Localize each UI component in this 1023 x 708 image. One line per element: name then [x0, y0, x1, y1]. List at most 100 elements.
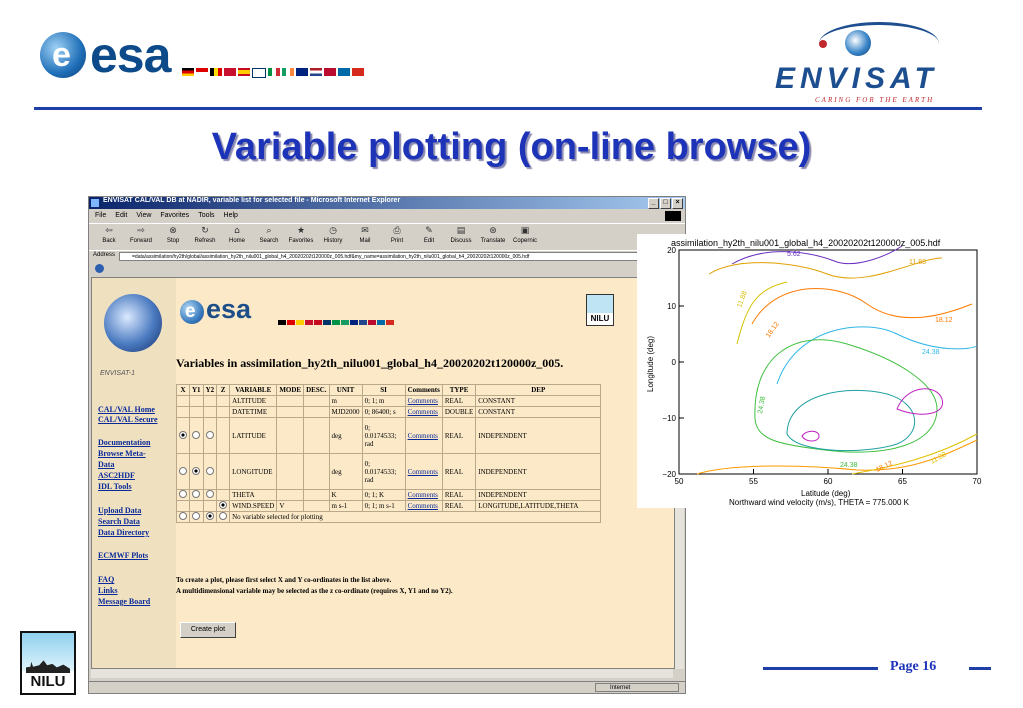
contour-line-small: [801, 430, 820, 442]
create-plot-button[interactable]: Create plot: [180, 622, 236, 638]
search-button[interactable]: ⌕ Search: [253, 224, 285, 250]
cell-dep: INDEPENDENT: [475, 489, 602, 501]
contour-labels: 5.62 11.88 11.88 18.12 18.12 24.38 24.38…: [736, 251, 952, 474]
cell-mode: V: [276, 500, 305, 512]
col-type: TYPE: [441, 384, 477, 396]
radio-x-none[interactable]: [179, 512, 187, 520]
radio-z-wind-speed[interactable]: [219, 501, 228, 509]
menu-edit[interactable]: Edit: [115, 210, 127, 222]
col-unit: UNIT: [328, 384, 363, 396]
radio-y1-latitude[interactable]: [192, 430, 200, 439]
menu-favorites[interactable]: Favorites: [160, 210, 189, 222]
radio-y2-none[interactable]: [205, 512, 214, 520]
menu-help[interactable]: Help: [224, 210, 238, 222]
title-bar: ENVISAT CAL/VAL DB at NADIR, variable li…: [89, 197, 685, 209]
browser-window: ENVISAT CAL/VAL DB at NADIR, variable li…: [88, 196, 686, 694]
y-axis-label: Longitude (deg): [646, 336, 655, 392]
comments-link[interactable]: Comments: [408, 397, 438, 405]
cell-si: 0; 0.0174533; rad: [361, 453, 406, 490]
comments-link[interactable]: Comments: [408, 432, 438, 440]
y-tick-label: 10: [667, 302, 676, 311]
maximize-button[interactable]: □: [660, 198, 671, 209]
edit-button[interactable]: ✎ Edit: [413, 224, 445, 250]
col-y2: Y2: [202, 384, 218, 396]
horizontal-scrollbar[interactable]: [91, 669, 673, 678]
sidebar-link-message-board[interactable]: Message Board: [98, 597, 150, 606]
sidebar-link-asc2hdf[interactable]: ASC2HDF: [98, 471, 135, 480]
contour-label: 11.88: [736, 290, 748, 308]
cell-mode: [276, 406, 305, 418]
col-y1: Y1: [189, 384, 204, 396]
translate-button[interactable]: ⊛ Translate: [477, 224, 509, 250]
cell-si: 0; 0.0174533; rad: [361, 417, 406, 454]
sidebar-link-links[interactable]: Links: [98, 586, 118, 595]
x-tick-label: 70: [973, 477, 982, 486]
cell-type: REAL: [441, 395, 477, 407]
mail-button[interactable]: ✉ Mail: [349, 224, 381, 250]
contour-line-24-38: [776, 326, 978, 385]
forward-arrow-icon: ⇨: [137, 226, 145, 236]
favorites-button[interactable]: ★ Favorites: [285, 224, 317, 250]
radio-y2-theta[interactable]: [205, 490, 214, 498]
cell-dep: CONSTANT: [475, 406, 602, 418]
radio-y2-longitude[interactable]: [205, 466, 214, 475]
radio-x-theta[interactable]: [179, 490, 187, 498]
comments-link[interactable]: Comments: [408, 408, 438, 416]
nilu-logo: NILU: [20, 631, 76, 695]
sidebar-link-calval-secure[interactable]: CAL/VAL Secure: [98, 415, 158, 424]
radio-x-latitude[interactable]: [179, 430, 187, 439]
sidebar-link-browse-meta[interactable]: Browse Meta-: [98, 449, 146, 458]
sidebar-link-search-data[interactable]: Search Data: [98, 517, 140, 526]
contour-label: 11.88: [909, 259, 926, 266]
discuss-button[interactable]: ▤ Discuss: [445, 224, 477, 250]
stop-button[interactable]: ⊗ Stop: [157, 224, 189, 250]
comments-link[interactable]: Comments: [408, 491, 438, 499]
col-mode: MODE: [276, 384, 305, 396]
sidebar-link-upload-data[interactable]: Upload Data: [98, 506, 141, 515]
contour-plot-svg: assimilation_hy2th_nilu001_global_h4_200…: [646, 238, 982, 507]
minimize-button[interactable]: _: [648, 198, 659, 209]
search-icon: ⌕: [266, 226, 272, 236]
print-button[interactable]: ⎙ Print: [381, 224, 413, 250]
table-row: DATETIME MJD2000 0; 86400; s Comments DO…: [176, 406, 602, 418]
sidebar-link-documentation[interactable]: Documentation: [98, 438, 150, 447]
address-label: Address: [93, 252, 116, 258]
col-comments: Comments: [404, 384, 443, 396]
comments-link[interactable]: Comments: [408, 502, 438, 510]
menu-tools[interactable]: Tools: [198, 210, 214, 222]
cell-type: DOUBLE: [441, 406, 477, 418]
sidebar-link-data-directory[interactable]: Data Directory: [98, 528, 149, 537]
cell-variable: LONGITUDE: [229, 453, 278, 490]
page-number: Page 16: [890, 659, 937, 674]
globe-icon: [95, 264, 104, 273]
slide-title: Variable plotting (on-line browse): [211, 126, 812, 168]
menu-file[interactable]: File: [95, 210, 106, 222]
sidebar-link-data[interactable]: Data: [98, 460, 114, 469]
radio-y1-theta[interactable]: [192, 490, 200, 498]
forward-button[interactable]: ⇨ Forward: [125, 224, 157, 250]
sidebar-link-ecmwf-plots[interactable]: ECMWF Plots: [98, 551, 148, 560]
header-rule: [34, 107, 982, 110]
menu-view[interactable]: View: [136, 210, 151, 222]
refresh-button[interactable]: ↻ Refresh: [189, 224, 221, 250]
copernic-button[interactable]: ▣ Copernic: [509, 224, 541, 250]
cell-unit: deg: [328, 417, 363, 454]
y-tick-label: 0: [672, 358, 677, 367]
radio-y2-latitude[interactable]: [205, 430, 214, 439]
address-input[interactable]: =data/assimilation/hy2th/global/assimila…: [119, 252, 671, 261]
comments-link[interactable]: Comments: [408, 468, 438, 476]
variables-table: X Y1 Y2 Z VARIABLE MODE DESC. UNIT SI Co…: [176, 384, 602, 523]
nilu-page-logo-text: NILU: [590, 314, 610, 323]
sidebar-link-calval-home[interactable]: CAL/VAL Home: [98, 405, 155, 414]
radio-z-none[interactable]: [219, 512, 228, 520]
sidebar-link-faq[interactable]: FAQ: [98, 575, 114, 584]
history-button[interactable]: ◷ History: [317, 224, 349, 250]
close-button[interactable]: ×: [672, 198, 683, 209]
radio-x-longitude[interactable]: [179, 466, 187, 475]
radio-y1-none[interactable]: [192, 512, 200, 520]
sidebar-link-idl-tools[interactable]: IDL Tools: [98, 482, 132, 491]
back-button[interactable]: ⇦ Back: [93, 224, 125, 250]
home-button[interactable]: ⌂ Home: [221, 224, 253, 250]
x-axis-ticks: 50 55 60 65 70: [675, 469, 982, 486]
radio-y1-longitude[interactable]: [192, 466, 200, 475]
